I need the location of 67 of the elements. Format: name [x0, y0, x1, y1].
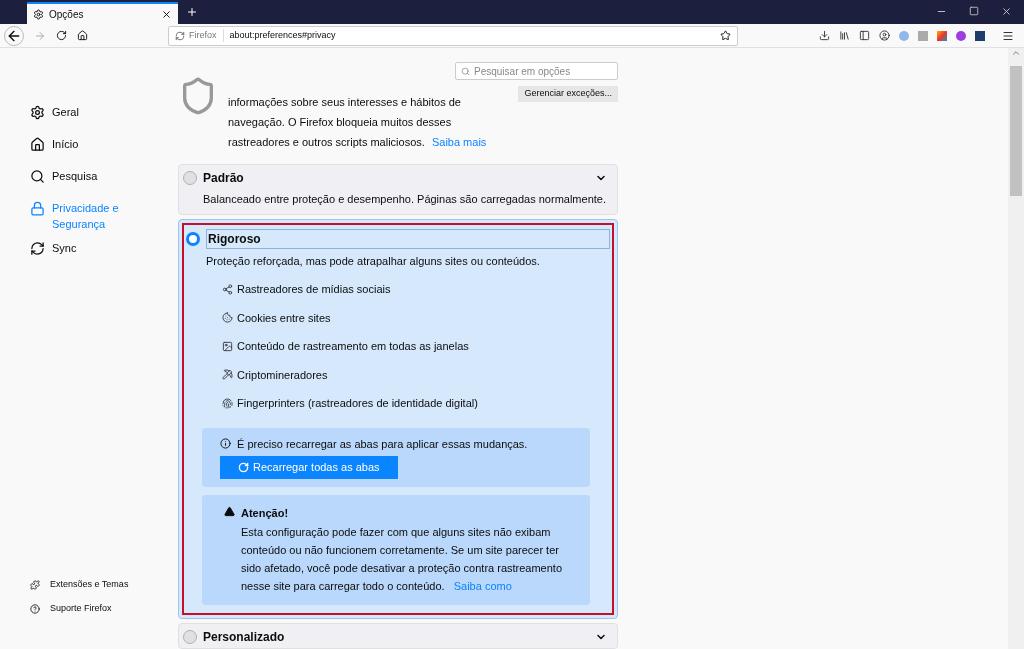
home-icon[interactable] [77, 30, 88, 41]
sidebar-link[interactable]: Extensões e Temas [30, 573, 178, 597]
extension-icon[interactable] [956, 30, 966, 41]
extension-icon[interactable] [975, 30, 985, 41]
sidebar-item[interactable]: Pesquisa [30, 168, 178, 200]
radio-button[interactable] [186, 231, 200, 246]
sidebar-link[interactable]: Suporte Firefox [30, 597, 178, 621]
new-tab-icon[interactable] [186, 6, 198, 18]
url-text: about:preferences#privacy [229, 28, 337, 42]
radio-button[interactable] [183, 630, 197, 644]
sidebar-item[interactable]: Geral [30, 104, 178, 136]
category-label: Fingerprinters (rastreadores de identidade digital) [237, 396, 478, 411]
category-label: Cookies entre sites [237, 310, 331, 326]
close-icon[interactable] [1001, 6, 1012, 17]
tracking-description: informações sobre seus interesses e hábitos de navegação. O Firefox bloqueia muitos desses rastreadores e outros scripts maliciosos. Saiba mais [228, 95, 488, 150]
manage-exceptions-button[interactable]: Gerenciar exceções... [518, 86, 618, 102]
category-label: Rastreadores de mídias sociais [237, 282, 391, 297]
settings-icon [33, 8, 44, 20]
star-icon[interactable] [720, 30, 731, 41]
reload-button[interactable]: Recarregar todas as abas [220, 456, 398, 479]
warning-title: Atenção! [241, 505, 290, 521]
image-icon [222, 340, 233, 352]
browser-tab[interactable]: Opções [27, 2, 178, 24]
option-title: Rigoroso [206, 228, 610, 249]
fingerprint-icon [222, 397, 233, 409]
option-description: Proteção reforçada, mas pode atrapalhar alguns sites ou conteúdos. [206, 253, 541, 269]
warning-icon [224, 505, 235, 517]
close-icon[interactable] [161, 8, 172, 20]
warning-text: Esta configuração pode fazer com que alguns sites não exibam conteúdo ou não funcionem corretamente. Se um site parecer ter sido afetado, você pode desativar a proteção contra rastreamento nesse site para carregar todo o conteúdo. Saiba como [241, 525, 564, 594]
reload-icon [238, 461, 249, 473]
maximize-icon[interactable] [969, 6, 979, 16]
sidebar-item[interactable]: Início [30, 136, 178, 168]
cookie-icon [222, 312, 233, 324]
pickaxe-icon [222, 369, 233, 381]
identity-label: Firefox [189, 28, 224, 43]
info-icon [220, 438, 231, 450]
sidebar-item[interactable]: Sync [30, 240, 178, 272]
url-bar[interactable]: Firefox about:preferences#privacy [168, 25, 738, 46]
home-icon [30, 137, 45, 152]
scrollbar-thumb[interactable] [1010, 66, 1022, 196]
download-icon[interactable] [819, 30, 830, 41]
option-description: Balanceado entre proteção e desempenho. Páginas são carregadas normalmente. [203, 192, 607, 207]
extension-icon[interactable] [937, 30, 947, 41]
search-icon [461, 66, 470, 76]
radio-button[interactable] [183, 171, 197, 185]
reload-icon[interactable] [56, 30, 67, 41]
search-icon [30, 169, 45, 184]
option-title: Padrão [203, 170, 245, 187]
settings-icon [30, 105, 45, 120]
sidebar-icon[interactable] [859, 30, 870, 41]
search-field[interactable]: Pesquisar em opções [455, 62, 618, 80]
tab-title: Opções [49, 7, 85, 22]
learn-more-link[interactable]: Saiba mais [431, 136, 487, 148]
option-title: Personalizado [203, 629, 286, 646]
puzzle-icon [30, 580, 40, 590]
sidebar-item[interactable]: Privacidade e Segurança [30, 200, 178, 240]
account-icon[interactable] [879, 30, 890, 41]
sync-icon [30, 241, 45, 256]
scrollbar[interactable] [1008, 48, 1024, 649]
reload-notice: É preciso recarregar as abas para aplicar essas mudanças. [237, 436, 528, 452]
library-icon[interactable] [839, 30, 850, 41]
category-label: Conteúdo de rastreamento em todas as janelas [237, 339, 469, 354]
menu-icon[interactable] [1002, 29, 1014, 42]
category-label: Criptomineradores [237, 367, 328, 383]
help-icon [30, 604, 40, 614]
share-icon [222, 283, 233, 295]
lock-icon [30, 201, 45, 216]
